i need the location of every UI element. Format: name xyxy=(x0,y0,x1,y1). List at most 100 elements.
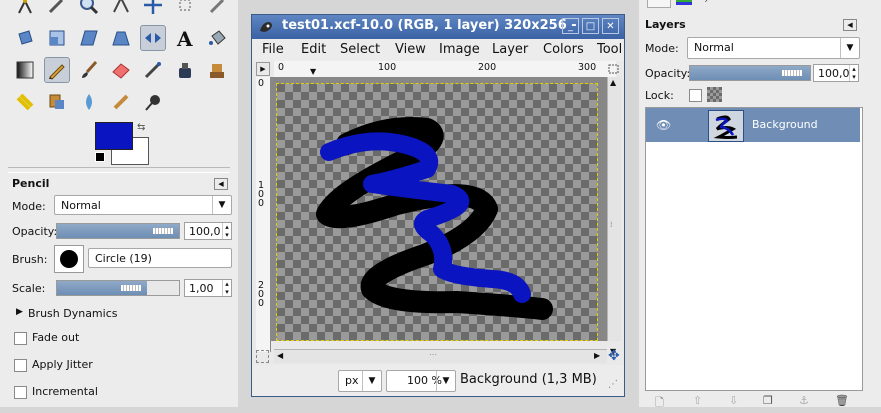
navigate-icon[interactable] xyxy=(607,62,620,76)
mode-value: Normal xyxy=(61,199,101,212)
brush-dynamics-expander[interactable]: Brush Dynamics xyxy=(28,307,117,320)
ruler-label: 2 0 0 xyxy=(258,280,265,309)
menu-image[interactable]: Image xyxy=(439,42,480,57)
raise-layer-icon[interactable]: ⇧ xyxy=(693,394,702,407)
new-layer-icon[interactable]: 🗋 xyxy=(655,394,664,413)
align-icon[interactable] xyxy=(172,0,198,18)
opacity-slider[interactable] xyxy=(56,223,180,239)
eraser-icon[interactable] xyxy=(108,57,134,83)
tab-channels[interactable] xyxy=(675,0,693,6)
blend-icon[interactable] xyxy=(12,57,38,83)
brush-preview-button[interactable] xyxy=(54,245,84,273)
layer-opacity-slider[interactable] xyxy=(689,65,811,81)
scale-spinbox[interactable]: 1,00 ▴ ▾ xyxy=(184,279,232,297)
maximize-button[interactable]: □ xyxy=(582,18,599,34)
horizontal-ruler[interactable]: 0 100 200 300 ▼ xyxy=(274,61,616,78)
bucket-fill-icon[interactable] xyxy=(204,25,230,51)
apply-jitter-checkbox[interactable] xyxy=(14,359,27,372)
rotate-icon[interactable] xyxy=(12,25,38,51)
zoom-select[interactable]: 100 % ▼ xyxy=(386,370,456,392)
title-bar[interactable]: test01.xcf-10.0 (RGB, 1 layer) 320x256 -… xyxy=(252,15,624,39)
shear-icon[interactable] xyxy=(76,25,102,51)
scroll-up-icon[interactable]: ▲ xyxy=(610,78,616,87)
resize-grip[interactable]: ⋰ xyxy=(608,379,618,390)
duplicate-layer-icon[interactable]: ❐ xyxy=(763,394,773,407)
panel-menu-icon[interactable]: ◀ xyxy=(843,19,857,31)
tab-undo[interactable]: ↶ xyxy=(735,0,753,6)
opacity-spinbox[interactable]: 100,0 ▴ ▾ xyxy=(184,222,232,240)
brush-name-field[interactable]: Circle (19) xyxy=(88,248,232,268)
airbrush-icon[interactable] xyxy=(44,0,70,18)
anchor-layer-icon[interactable]: ⚓ xyxy=(799,394,809,407)
blur-icon[interactable] xyxy=(76,89,102,115)
default-colors-icon[interactable] xyxy=(95,152,105,162)
pencil-icon[interactable] xyxy=(44,57,70,83)
scroll-grip[interactable]: ⁞ xyxy=(610,220,613,229)
layer-mode-label: Mode: xyxy=(645,42,679,55)
foreground-color-swatch[interactable] xyxy=(95,122,133,150)
menu-colors[interactable]: Colors xyxy=(543,42,584,57)
ink-icon[interactable] xyxy=(172,57,198,83)
layer-row[interactable]: 👁 Background xyxy=(646,108,860,142)
mode-select[interactable]: Normal ▼ xyxy=(54,195,232,215)
spin-arrows-icon[interactable]: ▴ ▾ xyxy=(849,65,858,81)
expander-arrow-icon[interactable]: ▶ xyxy=(16,307,23,317)
scale-slider[interactable] xyxy=(56,280,180,296)
heal-icon[interactable] xyxy=(12,89,38,115)
unit-select[interactable]: px ▼ xyxy=(338,370,382,392)
mode-label: Mode: xyxy=(12,200,46,213)
gimp-logo-icon[interactable] xyxy=(258,19,274,35)
eye-icon[interactable]: 👁 xyxy=(656,118,671,132)
tab-layers[interactable] xyxy=(647,0,671,8)
lock-pixels-checkbox[interactable] xyxy=(689,89,702,102)
text-icon[interactable]: A xyxy=(172,25,198,51)
close-button[interactable]: ✕ xyxy=(602,18,619,34)
menu-layer[interactable]: Layer xyxy=(492,42,528,57)
perspective-clone-icon[interactable] xyxy=(44,89,70,115)
incremental-checkbox[interactable] xyxy=(14,386,27,399)
quick-mask-menu-icon[interactable]: ▶ xyxy=(256,62,270,76)
airbrush2-icon[interactable] xyxy=(140,57,166,83)
scroll-grip[interactable]: ⋯ xyxy=(429,350,437,359)
swap-colors-icon[interactable]: ⇆ xyxy=(137,122,145,133)
dodge-burn-icon[interactable] xyxy=(140,89,166,115)
fade-out-checkbox[interactable] xyxy=(14,332,27,345)
scroll-right-icon[interactable]: ▶ xyxy=(594,351,600,360)
menu-file[interactable]: File xyxy=(262,42,284,57)
lower-layer-icon[interactable]: ⇩ xyxy=(729,394,738,407)
canvas-area[interactable] xyxy=(271,77,616,341)
navigate-move-icon[interactable]: ✥ xyxy=(608,348,620,364)
layer-mode-select[interactable]: Normal ▼ xyxy=(687,37,860,59)
paintbrush-icon[interactable] xyxy=(76,57,102,83)
path-icon[interactable] xyxy=(12,0,38,18)
clone-icon[interactable] xyxy=(204,57,230,83)
layer-opacity-spinbox[interactable]: 100,0 ▴ ▾ xyxy=(813,64,859,82)
vertical-scrollbar[interactable]: ▲ ⁞ ▼ xyxy=(607,77,621,356)
zoom-icon[interactable] xyxy=(76,0,102,18)
perspective-icon[interactable] xyxy=(108,25,134,51)
quick-mask-toggle[interactable] xyxy=(256,350,269,363)
flip-icon[interactable] xyxy=(140,25,166,51)
minimize-button[interactable]: _ xyxy=(562,18,579,34)
menu-edit[interactable]: Edit xyxy=(301,42,326,57)
scroll-left-icon[interactable]: ◀ xyxy=(277,351,283,360)
ruler-pointer-icon: ▼ xyxy=(310,67,317,76)
move-icon[interactable] xyxy=(140,0,166,18)
crop-icon[interactable] xyxy=(204,0,230,18)
spin-arrows-icon[interactable]: ▴ ▾ xyxy=(222,223,231,239)
spin-arrows-icon[interactable]: ▴ ▾ xyxy=(222,280,231,296)
vertical-ruler[interactable]: 0 1 0 0 2 0 0 xyxy=(256,77,271,352)
panel-menu-icon[interactable]: ◀ xyxy=(214,178,228,190)
image-canvas[interactable] xyxy=(276,83,598,341)
measure-icon[interactable] xyxy=(108,0,134,18)
layer-list: 👁 Background xyxy=(645,107,863,391)
menu-view[interactable]: View xyxy=(395,42,426,57)
lock-alpha-icon[interactable] xyxy=(707,87,722,102)
delete-layer-icon[interactable]: 🗑 xyxy=(835,394,849,407)
scale-icon[interactable] xyxy=(44,25,70,51)
horizontal-scrollbar[interactable]: ◀ ⋯ ▶ xyxy=(274,349,607,363)
menu-tools[interactable]: Tool xyxy=(597,42,622,57)
smudge-icon[interactable] xyxy=(108,89,134,115)
tab-paths[interactable]: ⟋ xyxy=(705,0,723,6)
menu-select[interactable]: Select xyxy=(340,42,380,57)
